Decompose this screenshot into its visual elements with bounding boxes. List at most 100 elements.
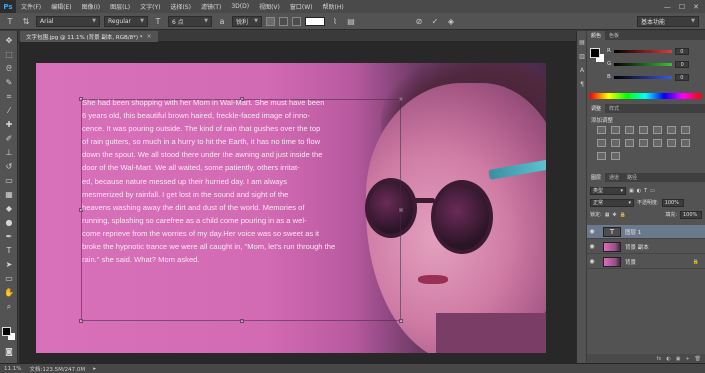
paragraph-text[interactable]: She had been shopping with her Mom in Wa…: [82, 96, 394, 266]
resize-handle[interactable]: [79, 319, 83, 323]
foreground-color[interactable]: [2, 327, 11, 336]
invert-icon[interactable]: [653, 139, 662, 147]
document-tab[interactable]: 文字包围.jpg @ 11.1% (背景 副本, RGB/8*) * ×: [20, 31, 158, 42]
green-value[interactable]: 0: [675, 60, 690, 68]
minimize-button[interactable]: —: [664, 3, 671, 11]
menu-help[interactable]: 帮助(H): [318, 2, 349, 11]
gradient-map-icon[interactable]: [597, 152, 606, 160]
document-canvas[interactable]: She had been shopping with her Mom in Wa…: [36, 63, 546, 353]
healing-tool-icon[interactable]: ✚: [3, 120, 15, 130]
zoom-level[interactable]: 11.1%: [4, 366, 21, 372]
selective-color-icon[interactable]: [611, 152, 620, 160]
tab-layers[interactable]: 图层: [587, 173, 606, 182]
maximize-button[interactable]: ☐: [679, 3, 685, 11]
menu-edit[interactable]: 编辑(E): [46, 2, 76, 11]
eraser-tool-icon[interactable]: ▭: [3, 176, 15, 186]
dodge-tool-icon[interactable]: ●: [3, 218, 15, 228]
color-swatches[interactable]: [2, 327, 16, 341]
blend-mode-select[interactable]: 正常 ▾: [590, 198, 634, 207]
lock-position-icon[interactable]: ✥: [612, 212, 616, 218]
antialias-select[interactable]: 锐利 ▼: [232, 15, 262, 27]
paragraph-panel-icon[interactable]: ¶: [578, 81, 586, 89]
photo-filter-icon[interactable]: [611, 139, 620, 147]
posterize-icon[interactable]: [667, 139, 676, 147]
blur-tool-icon[interactable]: ◆: [3, 204, 15, 214]
font-style-select[interactable]: Regular ▼: [104, 15, 148, 27]
path-select-tool-icon[interactable]: ➤: [3, 260, 15, 270]
gradient-tool-icon[interactable]: ▦: [3, 190, 15, 200]
brightness-icon[interactable]: [597, 126, 606, 134]
black-white-icon[interactable]: [597, 139, 606, 147]
eye-icon[interactable]: ◉: [587, 243, 597, 250]
resize-handle[interactable]: [399, 208, 403, 212]
filter-pixel-icon[interactable]: ▣: [629, 188, 634, 194]
history-brush-icon[interactable]: ↺: [3, 162, 15, 172]
filter-adjust-icon[interactable]: ◐: [637, 188, 641, 194]
hand-tool-icon[interactable]: ✋: [3, 288, 15, 298]
layer-name[interactable]: 图层 1: [625, 228, 641, 236]
align-left-button[interactable]: [266, 16, 275, 26]
opacity-input[interactable]: 100%: [661, 198, 684, 207]
quick-select-tool-icon[interactable]: ✎: [3, 78, 15, 88]
green-slider[interactable]: [614, 62, 673, 66]
font-family-select[interactable]: Arial ▼: [36, 15, 100, 27]
quick-mask-icon[interactable]: ◙: [3, 347, 15, 357]
layer-row[interactable]: ◉ 背景 🔒: [587, 255, 705, 269]
lasso-tool-icon[interactable]: ᘓ: [3, 64, 15, 74]
menu-filter[interactable]: 滤镜(T): [196, 2, 226, 11]
toggle-orientation-icon[interactable]: ⇅: [20, 15, 32, 27]
eyedropper-tool-icon[interactable]: ⁄: [3, 106, 15, 116]
tab-channels[interactable]: 通道: [605, 173, 623, 182]
tab-paths[interactable]: 路径: [623, 173, 641, 182]
move-tool-icon[interactable]: ✥: [3, 36, 15, 46]
eye-icon[interactable]: ◉: [587, 258, 597, 265]
levels-icon[interactable]: [611, 126, 620, 134]
exposure-icon[interactable]: [639, 126, 648, 134]
threshold-icon[interactable]: [681, 139, 690, 147]
filter-type-icon[interactable]: T: [644, 188, 647, 194]
tab-styles[interactable]: 样式: [605, 104, 623, 113]
lock-pixels-icon[interactable]: ▦: [605, 212, 610, 218]
fill-input[interactable]: 100%: [680, 210, 702, 219]
group-icon[interactable]: ▣: [676, 356, 681, 362]
tab-swatches[interactable]: 色板: [605, 31, 623, 40]
blue-value[interactable]: 0: [674, 73, 689, 81]
layer-name[interactable]: 背景 副本: [625, 243, 649, 251]
color-balance-icon[interactable]: [681, 126, 690, 134]
menu-image[interactable]: 图像(I): [77, 2, 105, 11]
layer-filter-select[interactable]: 类型 ▾: [590, 186, 626, 195]
warp-text-icon[interactable]: ⌇: [329, 15, 341, 27]
text-color-swatch[interactable]: [305, 16, 325, 26]
layer-name[interactable]: 背景: [625, 258, 636, 266]
align-right-button[interactable]: [292, 16, 301, 26]
layer-row[interactable]: ◉ 背景 副本: [587, 240, 705, 254]
stamp-tool-icon[interactable]: ⊥: [3, 148, 15, 158]
red-value[interactable]: 0: [674, 47, 689, 55]
lock-all-icon[interactable]: 🔒: [620, 212, 626, 218]
adjustment-layer-icon[interactable]: ◐: [666, 356, 670, 362]
type-tool-icon[interactable]: T: [4, 15, 16, 27]
menu-window[interactable]: 窗口(W): [285, 2, 318, 11]
zoom-tool-icon[interactable]: ⌕: [3, 302, 15, 312]
blue-slider[interactable]: [613, 75, 672, 79]
resize-handle[interactable]: [399, 319, 403, 323]
resize-handle[interactable]: [240, 319, 244, 323]
panel-foreground-color[interactable]: [590, 48, 600, 58]
trash-icon[interactable]: 🗑: [695, 356, 701, 362]
fx-icon[interactable]: fx: [657, 356, 662, 362]
font-size-select[interactable]: 6 点 ▼: [168, 15, 212, 27]
brush-tool-icon[interactable]: ✐: [3, 134, 15, 144]
pen-tool-icon[interactable]: ✒: [3, 232, 15, 242]
marquee-tool-icon[interactable]: ⬚: [3, 50, 15, 60]
canvas-area[interactable]: She had been shopping with her Mom in Wa…: [19, 42, 576, 364]
eye-icon[interactable]: ◉: [587, 228, 597, 235]
vibrance-icon[interactable]: [653, 126, 662, 134]
close-button[interactable]: ✕: [693, 3, 699, 11]
new-layer-icon[interactable]: +: [685, 356, 689, 362]
3d-icon[interactable]: ◈: [445, 15, 457, 27]
menu-select[interactable]: 选择(S): [165, 2, 196, 11]
workspace-select[interactable]: 基本功能 ▼: [637, 15, 699, 27]
hue-saturation-icon[interactable]: [667, 126, 676, 134]
red-slider[interactable]: [613, 49, 672, 53]
commit-check-icon[interactable]: ✓: [429, 15, 441, 27]
